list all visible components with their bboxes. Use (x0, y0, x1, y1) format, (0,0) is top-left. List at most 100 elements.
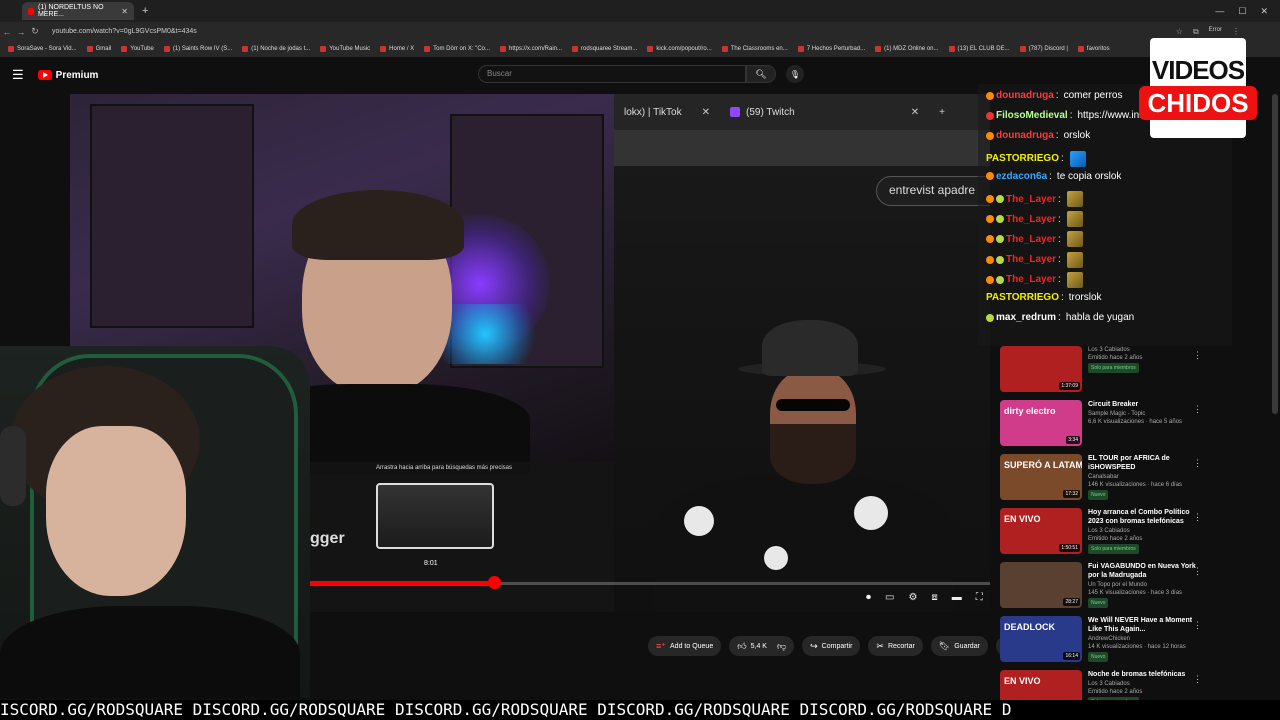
maximize-icon[interactable]: ☐ (1238, 6, 1246, 17)
more-options-icon[interactable]: ⋮ (1193, 404, 1202, 415)
more-options-icon[interactable]: ⋮ (1193, 620, 1202, 631)
chat-emote-icon (1066, 251, 1083, 268)
logo-line-2: CHIDOS (1139, 86, 1257, 120)
forward-icon[interactable]: → (14, 27, 28, 37)
search-icon[interactable]: 🔍︎ (746, 65, 776, 83)
more-options-icon[interactable]: ⋮ (1193, 566, 1202, 577)
chat-text: https://www.inst (1077, 110, 1147, 122)
recommended-video-item[interactable]: 28:27 Fui VAGABUNDO en Nueva York por la … (1000, 562, 1210, 612)
clip-button[interactable]: ✂ Recortar (868, 636, 923, 656)
add-to-queue-button[interactable]: ≡⁺ Add to Queue (648, 636, 722, 656)
channel-name[interactable]: Sample Magic - Topic (1088, 410, 1200, 418)
hamburger-menu-icon[interactable]: ☰ (12, 67, 24, 83)
fullscreen-icon[interactable]: ⛶ (976, 592, 983, 603)
video-thumbnail[interactable]: dirty electro 3:34 (1000, 400, 1082, 446)
bookmark-item[interactable]: YouTube Music (320, 46, 370, 52)
thumbs-down-icon[interactable]: 👎︎ (777, 641, 786, 652)
bookmark-item[interactable]: 7 Hechos Perturbad... (797, 46, 865, 52)
share-button[interactable]: ↪ Compartir (802, 636, 861, 656)
bookmark-item[interactable]: rodsquaree Stream... (572, 46, 637, 52)
youtube-logo[interactable]: Premium (37, 70, 98, 81)
logo-line-1: VIDEOS (1151, 55, 1245, 85)
bookmark-item[interactable]: Tom Dörr on X: "Co... (424, 46, 490, 52)
bookmark-item[interactable]: https://x.com/Rain... (499, 46, 562, 52)
video-thumbnail[interactable]: EN VIVO 1:50:51 (1000, 508, 1082, 554)
close-window-icon[interactable]: ✕ (1260, 6, 1268, 17)
video-title[interactable]: Hoy arranca el Combo Político 2023 con b… (1088, 508, 1200, 526)
channel-name[interactable]: Los 3 Cabiados (1088, 527, 1200, 535)
save-button[interactable]: 🔖︎ Guardar (930, 636, 988, 656)
chat-badge-icon (986, 195, 994, 203)
close-tab-icon[interactable]: ✕ (121, 7, 128, 16)
bookmark-item[interactable]: The Classrooms en... (721, 46, 788, 52)
channel-name[interactable]: Los 3 Cabiados (1088, 680, 1200, 688)
recommended-video-item[interactable]: EN VIVO 1:50:51 Hoy arranca el Combo Polít… (1000, 508, 1210, 558)
bookmark-item[interactable]: (1) MDZ Online on... (875, 46, 939, 52)
chat-badge-icon (986, 275, 994, 284)
bookmark-item[interactable]: SoraSave - Sora Vid... (8, 46, 77, 52)
bookmark-favicon-icon (875, 46, 882, 52)
bookmark-item[interactable]: (13) EL CLUB DE... (948, 46, 1010, 52)
channel-name[interactable]: AndrewChicken (1088, 635, 1200, 643)
url-field[interactable]: youtube.com/watch?v=0gL9GVcsPM0&t=434s (52, 28, 197, 35)
back-icon[interactable]: ← (0, 27, 14, 37)
bookmark-favicon-icon (797, 46, 804, 52)
new-tab-icon[interactable]: + (142, 5, 148, 17)
bookmark-item[interactable]: (787) Discord | (1019, 46, 1068, 52)
video-title[interactable]: We Will NEVER Have a Moment Like This Ag… (1088, 616, 1200, 634)
video-thumbnail[interactable]: 28:27 (1000, 562, 1082, 608)
chat-message: The_Layer: (986, 191, 1083, 207)
video-title[interactable]: EL TOUR por AFRICA de iSHOWSPEED (1088, 454, 1200, 472)
bookmark-item[interactable]: kick.com/popout/ro... (647, 46, 712, 52)
like-button[interactable]: 👍︎ 5,4 K 👎︎ (729, 636, 795, 656)
bookmark-item[interactable]: (1) Noche de jodas t... (242, 46, 310, 52)
minimize-icon[interactable]: — (1215, 6, 1224, 17)
miniplayer-icon[interactable]: ⧈ (931, 592, 937, 603)
subtitles-icon[interactable]: ▭ (885, 592, 894, 603)
search-input[interactable]: Buscar (478, 65, 746, 83)
chat-separator: : (1069, 110, 1073, 122)
browser-tab-strip: (1) NORDELTUS NO MERE... ✕ + — ☐ ✕ (0, 0, 1280, 22)
bookmark-item[interactable]: Gmail (86, 46, 111, 52)
error-label[interactable]: Error (1209, 27, 1222, 37)
channel-name[interactable]: Un Topo por el Mundo (1088, 581, 1200, 589)
chat-text: habla de yugan (1065, 312, 1135, 324)
recommended-video-item[interactable]: SUPERÓ A LATAM 17:32 EL TOUR por AFRICA de… (1000, 454, 1210, 504)
recommended-video-item[interactable]: DEADLOCK 16:14 We Will NEVER Have a Moment… (1000, 616, 1210, 666)
bookmark-item[interactable]: YouTube (121, 46, 154, 52)
extensions-icon[interactable]: ⧉ (1193, 27, 1199, 37)
bookmark-item[interactable]: Home / X (380, 46, 414, 52)
recommended-video-item[interactable]: dirty electro 3:34 Circuit Breaker Sample M… (1000, 400, 1210, 450)
reactor-face (46, 426, 186, 596)
video-badge: Solo para miembros (1088, 544, 1139, 554)
settings-gear-icon[interactable]: ⚙ (908, 592, 917, 603)
reload-icon[interactable]: ↻ (28, 26, 42, 37)
recommended-video-item[interactable]: 1:37:09 Los 3 Cabiados Emitido hace 2 años… (1000, 346, 1210, 396)
inner-tab-label: lokx) | TikTok (624, 106, 682, 118)
channel-name[interactable]: Canalsabar (1088, 473, 1200, 481)
scrubber-handle[interactable] (487, 576, 501, 589)
more-options-icon[interactable]: ⋮ (1193, 458, 1202, 469)
video-thumbnail[interactable]: SUPERÓ A LATAM 17:32 (1000, 454, 1082, 500)
bookmark-item[interactable]: favoritos (1077, 46, 1110, 52)
channel-name[interactable]: Los 3 Cabiados (1088, 346, 1200, 354)
more-options-icon[interactable]: ⋮ (1193, 674, 1202, 685)
more-options-icon[interactable]: ⋮ (1193, 512, 1202, 523)
video-thumbnail[interactable]: 1:37:09 (1000, 346, 1082, 392)
video-thumbnail[interactable]: DEADLOCK 16:14 (1000, 616, 1082, 662)
video-badge: Solo para miembros (1088, 363, 1139, 373)
video-title[interactable]: Fui VAGABUNDO en Nueva York por la Madru… (1088, 562, 1200, 580)
microphone-icon[interactable]: 🎙︎ (786, 65, 804, 83)
autoplay-icon[interactable]: ⏺ (866, 592, 871, 603)
bookmark-item[interactable]: (1) Saints Row IV (S... (163, 46, 232, 52)
video-title[interactable]: Noche de bromas telefónicas (1088, 670, 1200, 679)
theater-icon[interactable]: ▬ (952, 592, 962, 603)
browser-menu-icon[interactable]: ⋮ (1232, 27, 1240, 37)
chat-username: max_redrum (996, 312, 1057, 324)
video-stats: Emitido hace 2 años (1088, 536, 1143, 542)
more-options-icon[interactable]: ⋮ (1193, 350, 1202, 361)
browser-tab[interactable]: (1) NORDELTUS NO MERE... ✕ (22, 2, 134, 20)
video-title[interactable]: Circuit Breaker (1088, 400, 1200, 409)
page-scrollbar[interactable] (1272, 94, 1278, 414)
star-icon[interactable]: ☆ (1176, 27, 1183, 37)
